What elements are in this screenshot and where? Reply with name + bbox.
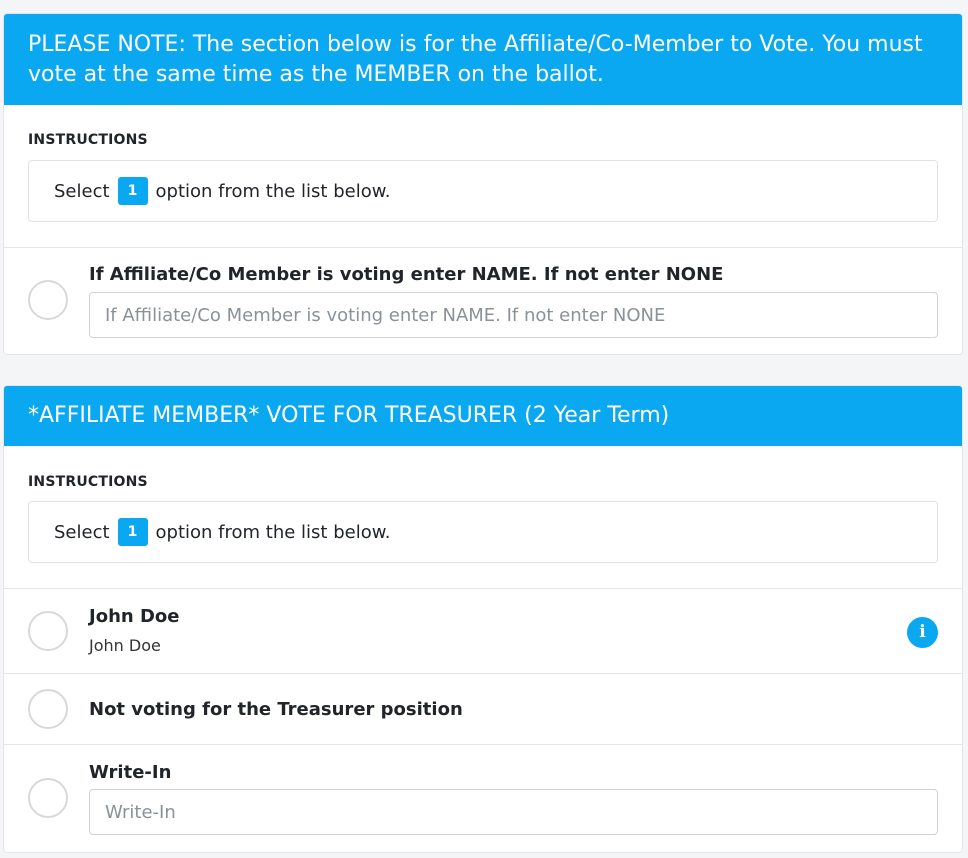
affiliate-name-radio[interactable] <box>28 280 68 320</box>
candidate-subtitle: John Doe <box>89 636 161 655</box>
affiliate-name-option-title: If Affiliate/Co Member is voting enter N… <box>89 264 724 285</box>
select-count-badge: 1 <box>117 177 148 205</box>
candidate-radio[interactable] <box>28 611 68 651</box>
candidate-name: John Doe <box>89 606 180 627</box>
instructions-label: INSTRUCTIONS <box>28 132 148 148</box>
affiliate-note-header: PLEASE NOTE: The section below is for th… <box>4 14 962 105</box>
write-in-input[interactable] <box>89 789 938 835</box>
instructions-suffix: option from the list below. <box>155 180 391 202</box>
divider <box>4 673 962 674</box>
affiliate-note-card: PLEASE NOTE: The section below is for th… <box>3 13 963 355</box>
select-count-badge: 1 <box>117 518 148 546</box>
divider <box>4 588 962 589</box>
write-in-label: Write-In <box>89 762 172 783</box>
not-voting-label: Not voting for the Treasurer position <box>89 699 463 720</box>
instructions-prefix: Select <box>54 180 110 202</box>
divider <box>4 744 962 745</box>
divider <box>4 247 962 248</box>
treasurer-vote-card: *AFFILIATE MEMBER* VOTE FOR TREASURER (2… <box>3 385 963 853</box>
info-icon[interactable]: i <box>907 617 938 648</box>
instructions-box: Select 1 option from the list below. <box>28 160 938 222</box>
affiliate-name-input[interactable] <box>89 292 938 338</box>
instructions-box: Select 1 option from the list below. <box>28 501 938 563</box>
treasurer-vote-header: *AFFILIATE MEMBER* VOTE FOR TREASURER (2… <box>4 386 962 446</box>
write-in-radio[interactable] <box>28 778 68 818</box>
instructions-label: INSTRUCTIONS <box>28 474 148 490</box>
not-voting-radio[interactable] <box>28 689 68 729</box>
instructions-prefix: Select <box>54 521 110 543</box>
instructions-suffix: option from the list below. <box>155 521 391 543</box>
